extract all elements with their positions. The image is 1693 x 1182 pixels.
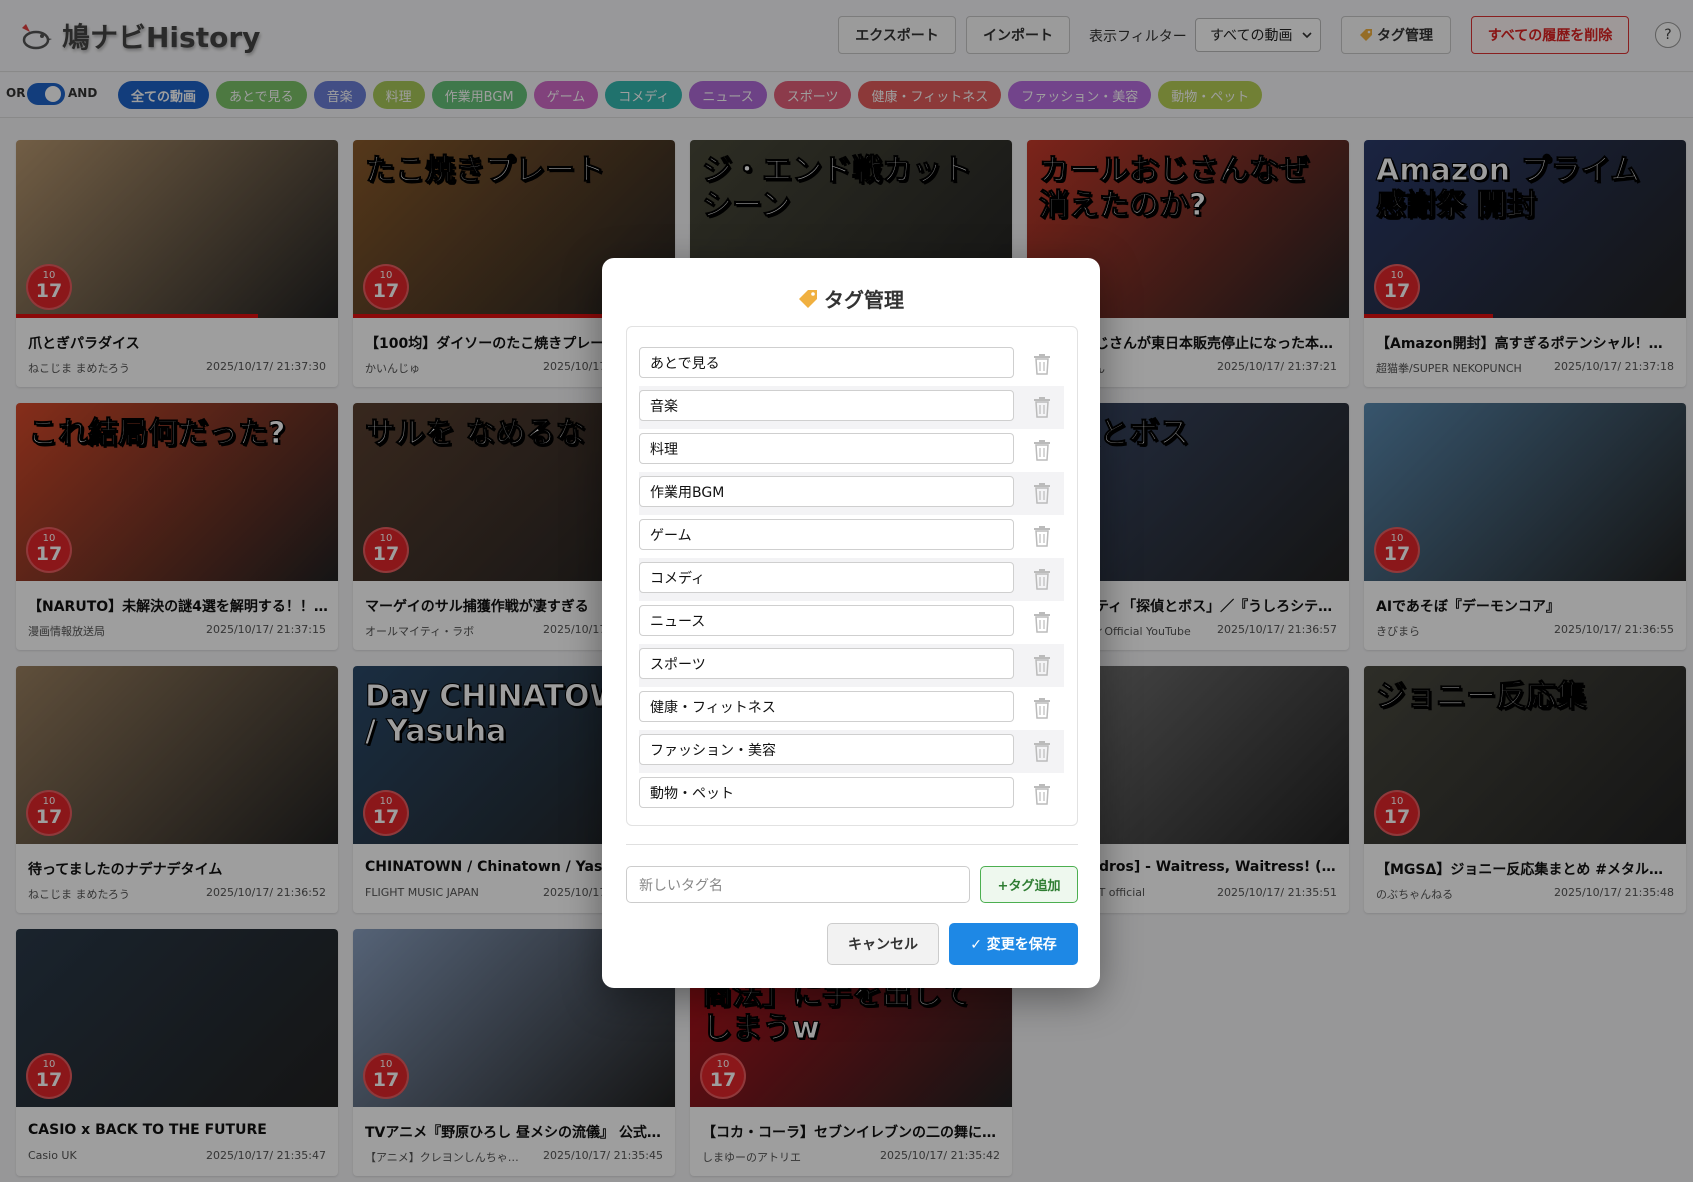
trash-icon[interactable]	[1032, 439, 1052, 461]
tag-name-input[interactable]: 作業用BGM	[639, 476, 1014, 507]
trash-icon[interactable]	[1032, 525, 1052, 547]
save-changes-button[interactable]: ✓ 変更を保存	[949, 923, 1078, 965]
modal-title-text: タグ管理	[824, 288, 904, 312]
tag-name-input[interactable]: ゲーム	[639, 519, 1014, 550]
tag-edit-row: ファッション・美容	[639, 730, 1064, 773]
tag-name-input[interactable]: ファッション・美容	[639, 734, 1014, 765]
trash-icon[interactable]	[1032, 611, 1052, 633]
tag-edit-row: スポーツ	[639, 644, 1064, 687]
cancel-label: キャンセル	[848, 937, 918, 953]
tag-edit-row: 健康・フィットネス	[639, 687, 1064, 730]
cancel-button[interactable]: キャンセル	[827, 923, 939, 965]
save-label: ✓ 変更を保存	[970, 937, 1057, 953]
new-tag-placeholder: 新しいタグ名	[639, 877, 723, 894]
modal-title: タグ管理	[602, 284, 1100, 313]
tag-name-input[interactable]: スポーツ	[639, 648, 1014, 679]
tag-edit-row: あとで見る	[639, 343, 1064, 386]
trash-icon[interactable]	[1032, 783, 1052, 805]
tag-edit-row: 料理	[639, 429, 1064, 472]
new-tag-input[interactable]: 新しいタグ名	[626, 866, 970, 903]
tag-icon	[799, 289, 817, 308]
add-tag-button[interactable]: +タグ追加	[980, 866, 1078, 903]
trash-icon[interactable]	[1032, 654, 1052, 676]
trash-icon[interactable]	[1032, 396, 1052, 418]
tag-edit-list: あとで見る音楽料理作業用BGM ゲームコメディニューススポーツ健康・フィットネスフ…	[626, 326, 1078, 826]
tag-name-input[interactable]: 料理	[639, 433, 1014, 464]
trash-icon[interactable]	[1032, 568, 1052, 590]
tag-name-input[interactable]: ニュース	[639, 605, 1014, 636]
tag-name-input[interactable]: コメディ	[639, 562, 1014, 593]
trash-icon[interactable]	[1032, 482, 1052, 504]
tag-manage-modal: タグ管理 あとで見る音楽料理作業用BGM ゲームコメディニューススポーツ健康・フィ…	[602, 258, 1100, 988]
tag-edit-row: 作業用BGM	[639, 472, 1064, 515]
tag-name-input[interactable]: 動物・ペット	[639, 777, 1014, 808]
trash-icon[interactable]	[1032, 353, 1052, 375]
tag-edit-row: 動物・ペット	[639, 773, 1064, 816]
tag-name-input[interactable]: 音楽	[639, 390, 1014, 421]
trash-icon[interactable]	[1032, 740, 1052, 762]
tag-name-input[interactable]: あとで見る	[639, 347, 1014, 378]
tag-name-input[interactable]: 健康・フィットネス	[639, 691, 1014, 722]
tag-edit-row: ニュース	[639, 601, 1064, 644]
trash-icon[interactable]	[1032, 697, 1052, 719]
tag-edit-row: コメディ	[639, 558, 1064, 601]
add-tag-label: +タグ追加	[997, 879, 1061, 894]
tag-edit-row: 音楽	[639, 386, 1064, 429]
modal-divider	[626, 844, 1078, 845]
tag-edit-row: ゲーム	[639, 515, 1064, 558]
